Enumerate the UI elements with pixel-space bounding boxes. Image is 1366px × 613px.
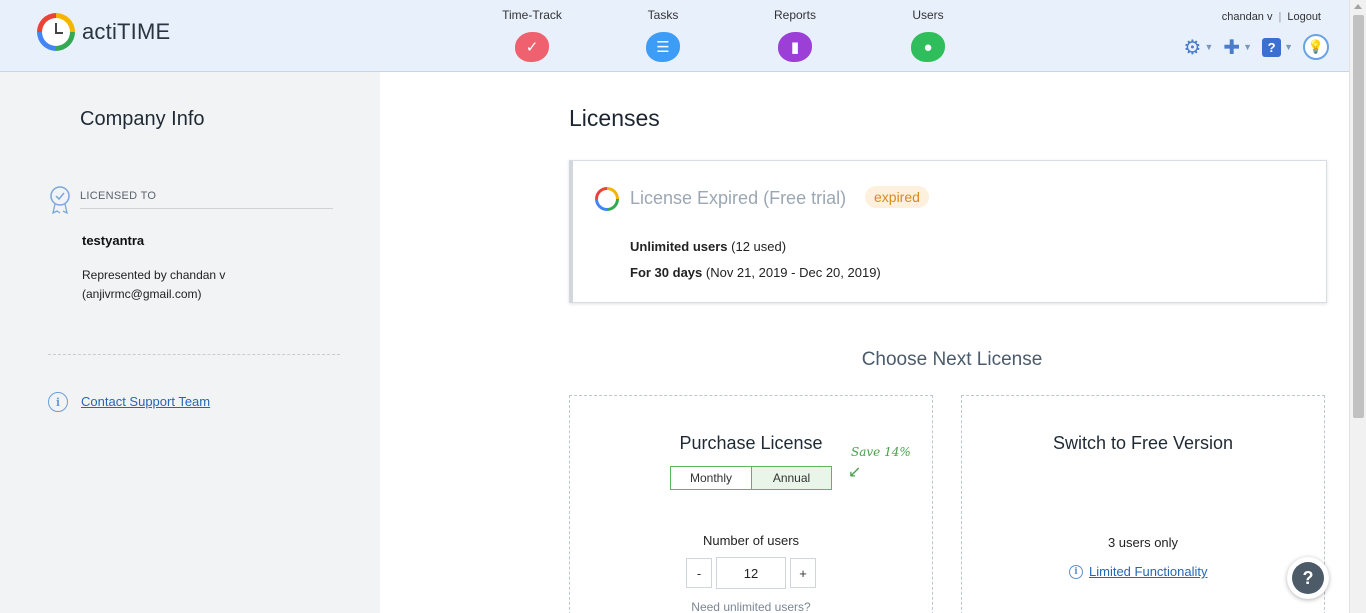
period-rest: (Nov 21, 2019 - Dec 20, 2019) bbox=[702, 265, 881, 280]
nav-time-track-label: Time-Track bbox=[502, 8, 562, 22]
limited-functionality-link[interactable]: Limited Functionality bbox=[1089, 564, 1208, 579]
certificate-icon bbox=[50, 186, 70, 214]
header-tools: ⚙ ▼ ✚ ▼ ? ▼ 💡 bbox=[1184, 34, 1329, 60]
free-users-note: 3 users only bbox=[1107, 535, 1179, 550]
represented-by: Represented by chandan v bbox=[82, 268, 226, 282]
question-icon: ? bbox=[1292, 562, 1324, 594]
users-rest: (12 used) bbox=[727, 239, 787, 254]
company-info-sidebar: Company Info LICENSED TO testyantra Repr… bbox=[0, 72, 380, 613]
check-icon: ✓ bbox=[515, 32, 549, 62]
license-title: License Expired (Free trial) bbox=[630, 188, 847, 208]
vertical-scrollbar[interactable] bbox=[1349, 0, 1366, 613]
nav-users[interactable]: Users ● bbox=[883, 8, 973, 62]
list-icon: ☰ bbox=[646, 32, 680, 62]
help-menu[interactable]: ? ▼ bbox=[1262, 37, 1293, 57]
scroll-up-arrow-icon[interactable] bbox=[1354, 4, 1362, 9]
company-name: testyantra bbox=[82, 233, 145, 248]
nav-time-track[interactable]: Time-Track ✓ bbox=[487, 8, 577, 62]
increment-button[interactable]: + bbox=[790, 558, 816, 588]
number-of-users-label: Number of users bbox=[702, 533, 800, 548]
nav-users-label: Users bbox=[912, 8, 944, 22]
chevron-down-icon: ▼ bbox=[1243, 42, 1253, 52]
choose-next-license-title: Choose Next License bbox=[861, 349, 1043, 370]
user-name[interactable]: chandan v bbox=[1222, 11, 1273, 23]
curved-arrow-icon: ↙ bbox=[848, 464, 862, 481]
period-info: For 30 days (Nov 21, 2019 - Dec 20, 2019… bbox=[630, 265, 881, 280]
users-info: Unlimited users (12 used) bbox=[630, 239, 786, 254]
addons-menu[interactable]: ✚ ▼ bbox=[1223, 35, 1252, 60]
settings-menu[interactable]: ⚙ ▼ bbox=[1184, 35, 1214, 60]
chevron-down-icon: ▼ bbox=[1284, 42, 1293, 52]
divider bbox=[80, 208, 333, 209]
user-links: chandan v | Logout bbox=[1222, 11, 1321, 23]
info-icon: i bbox=[1069, 564, 1083, 579]
sidebar-title: Company Info bbox=[80, 108, 205, 130]
puzzle-icon: ✚ bbox=[1223, 36, 1241, 59]
settings-icon: ⚙ bbox=[1183, 36, 1202, 59]
user-icon: ● bbox=[911, 32, 945, 62]
chevron-down-icon: ▼ bbox=[1204, 42, 1214, 52]
limited-functionality[interactable]: i Limited Functionality bbox=[1069, 564, 1208, 579]
clock-icon bbox=[595, 187, 619, 211]
logout-link[interactable]: Logout bbox=[1287, 11, 1321, 23]
save-note: Save 14% bbox=[851, 445, 911, 459]
license-status-card: License Expired (Free trial) expired Unl… bbox=[569, 160, 1327, 303]
users-stepper: - 12 + bbox=[686, 557, 816, 589]
decrement-button[interactable]: - bbox=[686, 558, 712, 588]
help-floating-button[interactable]: ? bbox=[1287, 557, 1329, 599]
nav-tasks-label: Tasks bbox=[647, 8, 679, 22]
lightbulb-icon[interactable]: 💡 bbox=[1303, 34, 1329, 60]
nav-reports[interactable]: Reports ▮ bbox=[750, 8, 840, 62]
need-unlimited-link[interactable]: Need unlimited users? bbox=[570, 600, 932, 613]
licensed-to-label: LICENSED TO bbox=[80, 190, 157, 202]
nav-tasks[interactable]: Tasks ☰ bbox=[618, 8, 708, 62]
app-name: actiTIME bbox=[82, 19, 171, 44]
clock-logo-icon bbox=[37, 13, 75, 51]
status-badge: expired bbox=[865, 186, 929, 208]
nav-reports-label: Reports bbox=[773, 8, 817, 22]
dashed-divider bbox=[48, 354, 340, 355]
actitime-logo[interactable]: actiTIME bbox=[37, 13, 170, 51]
top-header: actiTIME Time-Track ✓ Tasks ☰ Reports ▮ … bbox=[0, 0, 1349, 72]
users-count-input[interactable]: 12 bbox=[716, 557, 786, 589]
free-version-box: Switch to Free Version 3 users only i Li… bbox=[961, 395, 1325, 613]
purchase-license-box: Purchase License Monthly Annual Save 14%… bbox=[569, 395, 933, 613]
scrollbar-thumb[interactable] bbox=[1353, 15, 1364, 418]
representative-email: (anjivrmc@gmail.com) bbox=[82, 287, 202, 301]
free-title: Switch to Free Version bbox=[1052, 433, 1234, 453]
contact-support-link[interactable]: Contact Support Team bbox=[81, 394, 210, 409]
users-bold: Unlimited users bbox=[630, 239, 728, 254]
representative-info: Represented by chandan v (anjivrmc@gmail… bbox=[82, 266, 225, 304]
info-icon: i bbox=[48, 392, 68, 412]
toggle-monthly[interactable]: Monthly bbox=[671, 467, 751, 489]
help-icon: ? bbox=[1262, 37, 1282, 57]
separator: | bbox=[1278, 11, 1282, 23]
page-title: Licenses bbox=[569, 105, 660, 131]
billing-toggle: Monthly Annual bbox=[670, 466, 832, 490]
toggle-annual[interactable]: Annual bbox=[751, 467, 831, 489]
period-bold: For 30 days bbox=[630, 265, 703, 280]
bar-chart-icon: ▮ bbox=[778, 32, 812, 62]
